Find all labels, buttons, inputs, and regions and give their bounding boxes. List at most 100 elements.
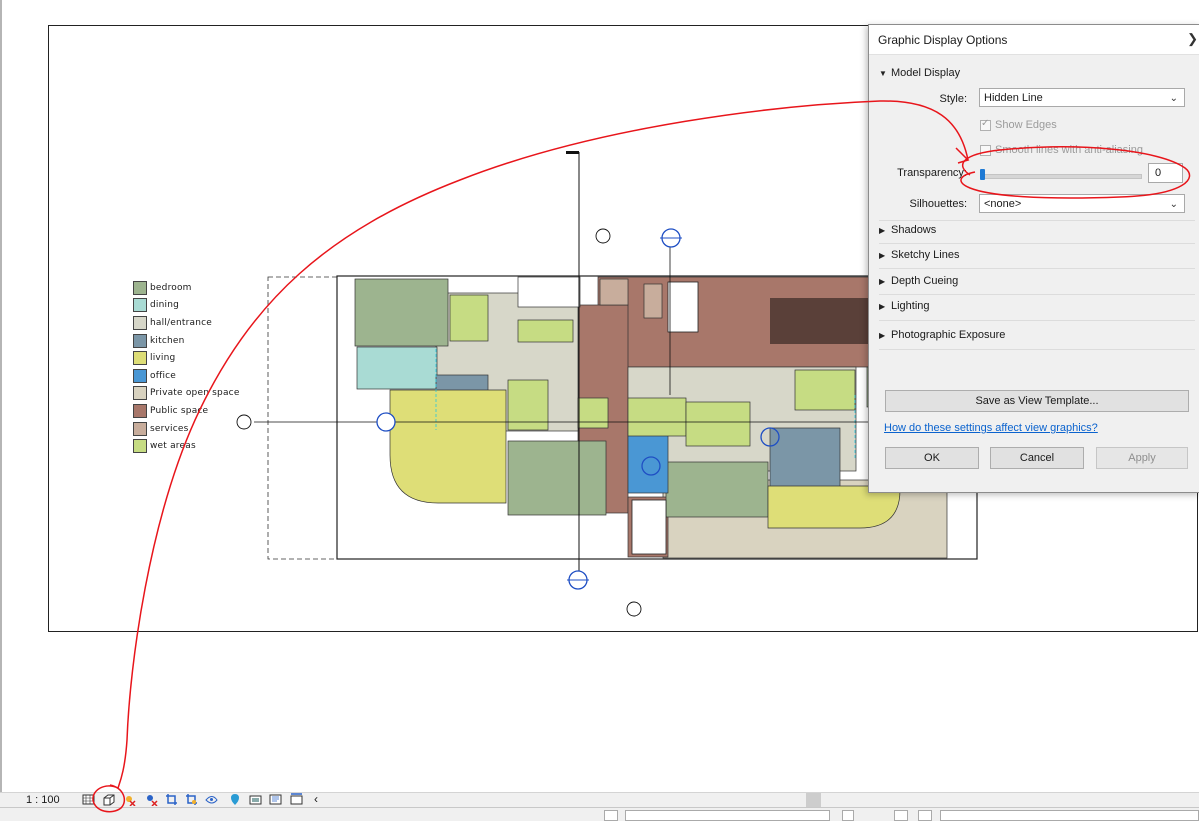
cancel-button[interactable]: Cancel [990,447,1084,469]
graphic-display-options-dialog: Graphic Display Options ❯ ▼ Model Displa… [868,24,1199,493]
divider [879,294,1195,295]
legend-item: office [133,367,240,385]
divider [879,349,1195,350]
dialog-title: Graphic Display Options [878,33,1008,47]
divider [879,243,1195,244]
caret-right-icon: ▶ [879,225,886,235]
caret-down-icon: ▼ [879,68,887,78]
model-selector[interactable] [940,810,1199,821]
worksets-icon[interactable] [604,810,618,821]
legend-label: services [150,423,189,434]
legend-item: wet areas [133,437,240,455]
legend-label: kitchen [150,335,185,346]
legend-label: Private open space [150,388,240,399]
legend-label: living [150,353,176,364]
apply-button[interactable]: Apply [1096,447,1188,469]
legend-item: Private open space [133,385,240,403]
highlight-icon[interactable] [290,793,303,806]
temporary-hide-icon[interactable] [205,793,218,806]
silhouettes-label: Silhouettes: [909,198,967,210]
legend-swatch [133,439,147,454]
reveal-hidden-icon[interactable] [229,793,242,806]
application-status-bar [0,807,1199,821]
filter-icon[interactable] [918,810,932,821]
show-edges-checkbox[interactable] [980,118,991,131]
chevron-down-icon: ⌄ [1169,199,1178,210]
legend-item: Public space [133,402,240,420]
caret-right-icon: ▶ [879,301,886,311]
dialog-title-bar: Graphic Display Options ❯ [869,25,1199,55]
crop-view-icon[interactable] [165,793,178,806]
color-fill-legend: bedroom dining hall/entrance kitchen liv… [133,279,240,455]
detail-level-icon[interactable] [82,793,95,806]
section-heading: Sketchy Lines [891,249,960,261]
worksharing-icon[interactable] [249,793,262,806]
save-view-template-button[interactable]: Save as View Template... [885,390,1189,412]
transparency-label: Transparency: [897,167,967,179]
transparency-slider-thumb[interactable] [980,169,985,180]
legend-item: dining [133,297,240,315]
legend-label: hall/entrance [150,317,213,328]
section-model-display[interactable]: ▼ Model Display [879,67,960,79]
section-depth-cueing[interactable]: ▶ Depth Cueing [879,275,958,287]
section-shadows[interactable]: ▶ Shadows [879,224,936,236]
legend-item: kitchen [133,332,240,350]
section-sketchy-lines[interactable]: ▶ Sketchy Lines [879,249,959,261]
section-heading: Lighting [891,300,930,312]
editable-only-icon[interactable] [894,810,908,821]
master-bedroom [354,278,449,347]
section-photographic-exposure[interactable]: ▶ Photographic Exposure [879,329,1005,341]
style-label: Style: [939,93,967,105]
section-heading: Shadows [891,224,937,236]
sun-path-icon[interactable] [123,793,136,806]
legend-label: bedroom [150,282,192,293]
show-crop-icon[interactable] [185,793,198,806]
smooth-lines-checkbox[interactable] [980,145,991,156]
transparency-slider-track[interactable] [980,174,1142,179]
caret-right-icon: ▶ [879,330,886,340]
help-link[interactable]: How do these settings affect view graphi… [884,422,1098,434]
collapse-icon[interactable]: ‹ [314,792,318,806]
design-options-icon[interactable] [842,810,854,821]
view-control-bar: 1 : 100 ‹ [0,792,1199,807]
legend-swatch [133,315,147,330]
shadows-icon[interactable] [145,793,158,806]
section-lighting[interactable]: ▶ Lighting [879,300,930,312]
caret-right-icon: ▶ [879,250,886,260]
view-scale[interactable]: 1 : 100 [26,794,60,806]
legend-item: hall/entrance [133,314,240,332]
divider [879,268,1195,269]
legend-swatch [133,403,147,418]
style-select[interactable]: Hidden Line ⌄ [979,88,1185,107]
analytical-model-icon[interactable] [269,793,282,806]
legend-swatch [133,368,147,383]
legend-label: Public space [150,405,209,416]
legend-label: dining [150,300,180,311]
legend-item: bedroom [133,279,240,297]
site-boundary [267,276,341,560]
visual-style-icon[interactable] [102,793,115,806]
legend-swatch [133,386,147,401]
workset-field[interactable] [625,810,830,821]
section-heading: Photographic Exposure [891,329,1006,341]
legend-swatch [133,280,147,295]
close-icon[interactable]: ❯ [1187,31,1198,47]
transparency-input[interactable]: 0 [1148,163,1183,183]
legend-swatch [133,351,147,366]
legend-swatch [133,298,147,313]
caret-right-icon: ▶ [879,276,886,286]
style-value: Hidden Line [984,92,1043,104]
silhouettes-select[interactable]: <none> ⌄ [979,194,1185,213]
smooth-lines-label: Smooth lines with anti-aliasing [995,144,1143,156]
section-heading: Depth Cueing [891,275,959,287]
section-heading: Model Display [891,67,961,79]
divider [879,320,1195,321]
chevron-down-icon: ⌄ [1169,93,1178,104]
horizontal-scrollbar-thumb[interactable] [806,793,821,807]
ok-button[interactable]: OK [885,447,979,469]
legend-swatch [133,333,147,348]
legend-label: wet areas [150,441,196,452]
silhouettes-value: <none> [984,198,1022,210]
legend-item: services [133,420,240,438]
legend-swatch [133,421,147,436]
